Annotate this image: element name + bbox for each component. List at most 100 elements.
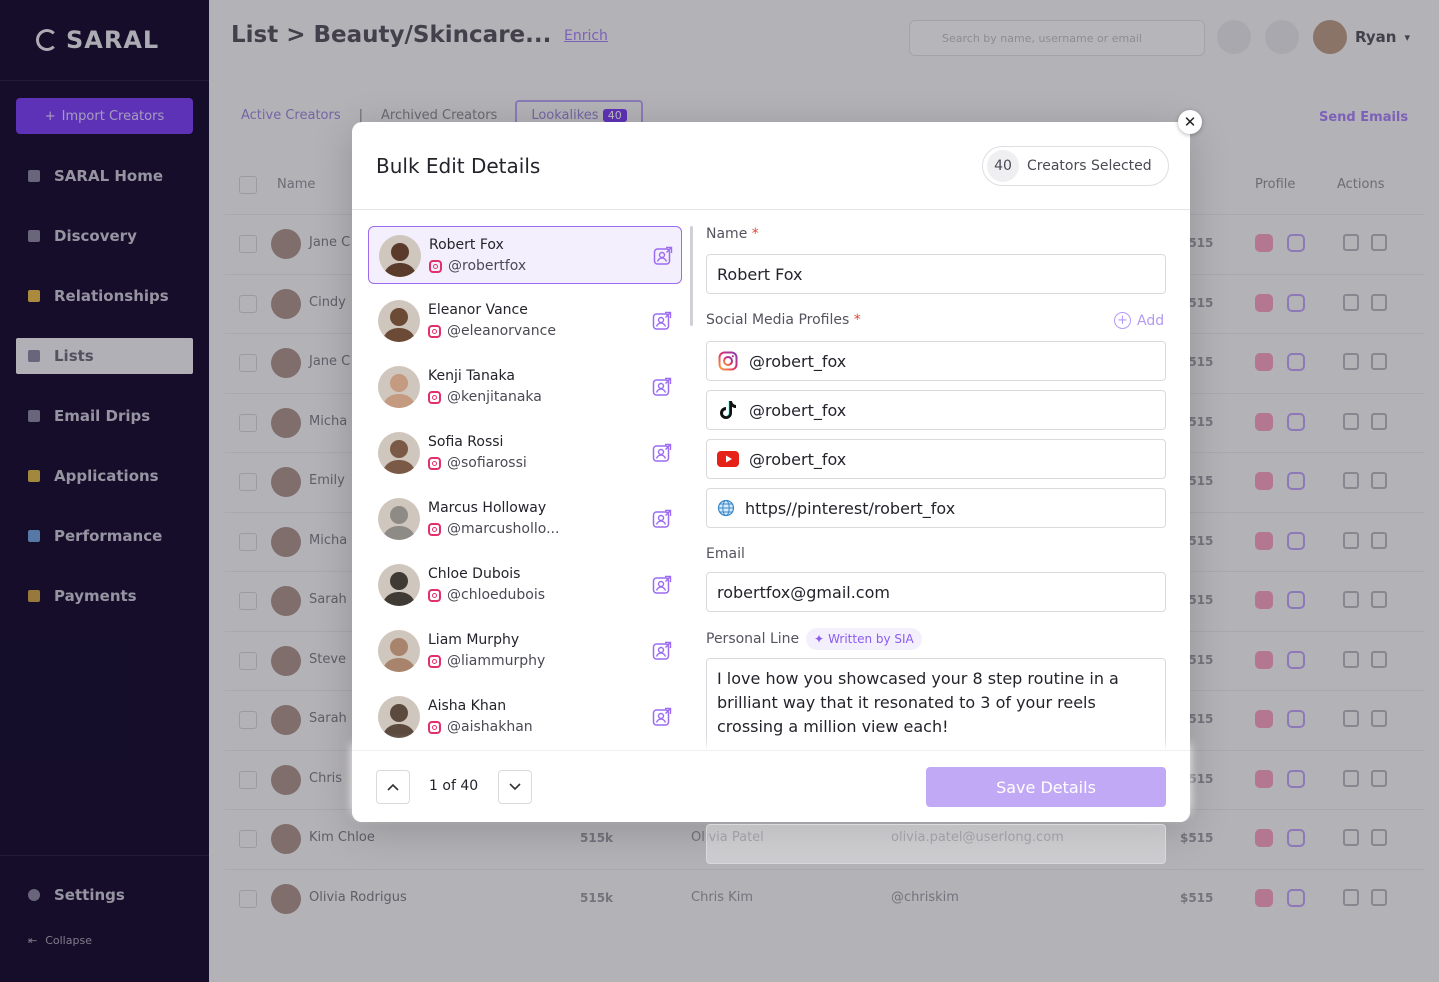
avatar [379, 235, 421, 277]
creator-handle: @eleanorvance [447, 323, 556, 339]
modal-footer: 1 of 40 Save Details [352, 750, 1190, 822]
instagram-icon [428, 324, 441, 338]
pager-current: 1 [429, 778, 438, 794]
instagram-icon [428, 390, 441, 404]
selected-count: 40 [987, 150, 1019, 182]
sparkle-icon: ✦ [814, 632, 825, 646]
view-profile-icon[interactable] [653, 246, 673, 266]
chevron-up-icon [387, 783, 399, 791]
website-field[interactable]: https//pinterest/robert_fox [706, 488, 1166, 528]
creator-name: Marcus Holloway [428, 500, 547, 516]
modal-title: Bulk Edit Details [376, 154, 541, 178]
next-creator-button[interactable] [498, 770, 532, 804]
creator-handle: @chloedubois [447, 587, 546, 603]
instagram-icon [428, 522, 441, 536]
instagram-field[interactable]: @robert_fox [706, 341, 1166, 381]
name-label-text: Name [706, 226, 748, 242]
creator-handle-row: @marcushollo... [428, 521, 559, 537]
avatar [378, 696, 420, 738]
name-field[interactable]: Robert Fox [706, 254, 1166, 294]
creator-list-item[interactable]: Kenji Tanaka @kenjitanaka [368, 358, 682, 416]
view-profile-icon[interactable] [652, 377, 672, 397]
creator-list-item[interactable]: Eleanor Vance @eleanorvance [368, 292, 682, 350]
creator-name: Kenji Tanaka [428, 368, 515, 384]
tiktok-handle: @robert_fox [749, 400, 847, 420]
creator-handle: @aishakhan [447, 719, 533, 735]
youtube-icon [717, 448, 739, 470]
avatar [378, 300, 420, 342]
email-field[interactable]: robertfox@gmail.com [706, 572, 1166, 612]
required-asterisk: * [853, 312, 861, 328]
view-profile-icon[interactable] [652, 707, 672, 727]
view-profile-icon[interactable] [652, 575, 672, 595]
plus-circle-icon: + [1114, 312, 1131, 329]
sia-label: Written by SIA [828, 632, 914, 646]
instagram-handle: @robert_fox [749, 351, 847, 371]
scrollbar[interactable] [690, 226, 693, 326]
avatar [378, 630, 420, 672]
add-social-button[interactable]: + Add [1114, 312, 1164, 329]
social-profiles-label: Social Media Profiles * [706, 312, 861, 328]
creator-handle-row: @eleanorvance [428, 323, 556, 339]
pager-text: 1 of 40 [429, 778, 478, 794]
avatar [378, 564, 420, 606]
creator-name: Liam Murphy [428, 632, 520, 648]
personal-line-textarea[interactable]: I love how you showcased your 8 step rou… [706, 658, 1166, 750]
instagram-icon [428, 720, 441, 734]
creator-name: Eleanor Vance [428, 302, 528, 318]
instagram-icon [428, 456, 441, 470]
view-profile-icon[interactable] [652, 311, 672, 331]
creator-handle: @robertfox [448, 258, 527, 274]
creator-handle: @kenjitanaka [447, 389, 542, 405]
name-label: Name * [706, 226, 759, 242]
creator-list-item[interactable]: Sofia Rossi @sofiarossi [368, 424, 682, 482]
creator-list-item[interactable]: Robert Fox @robertfox [368, 226, 682, 284]
creator-handle-row: @chloedubois [428, 587, 545, 603]
instagram-icon [428, 654, 441, 668]
tiktok-icon [717, 399, 739, 421]
view-profile-icon[interactable] [652, 443, 672, 463]
globe-icon [717, 497, 735, 519]
creator-list-item[interactable]: Marcus Holloway @marcushollo... [368, 490, 682, 548]
avatar [378, 366, 420, 408]
avatar [378, 432, 420, 474]
view-profile-icon[interactable] [652, 509, 672, 529]
creator-name: Sofia Rossi [428, 434, 504, 450]
creators-selected-pill: 40 Creators Selected [982, 146, 1169, 186]
instagram-icon [717, 350, 739, 372]
edit-form: Name * Robert Fox Social Media Profiles … [706, 226, 1166, 750]
view-profile-icon[interactable] [652, 641, 672, 661]
creator-list-item[interactable]: Liam Murphy @liammurphy [368, 622, 682, 680]
creator-name: Robert Fox [429, 237, 504, 253]
chevron-down-icon [509, 783, 521, 791]
personal-line-label: Personal Line [706, 631, 800, 647]
required-asterisk: * [751, 226, 759, 242]
youtube-handle: @robert_fox [749, 449, 847, 469]
add-label: Add [1137, 312, 1165, 329]
save-details-button[interactable]: Save Details [926, 767, 1166, 807]
creator-list-item[interactable]: Chloe Dubois @chloedubois [368, 556, 682, 614]
creator-list-item[interactable]: Aisha Khan @aishakhan [368, 688, 682, 746]
website-url: https//pinterest/robert_fox [745, 498, 956, 518]
previous-creator-button[interactable] [376, 770, 410, 804]
creator-name: Aisha Khan [428, 698, 507, 714]
creator-name: Chloe Dubois [428, 566, 521, 582]
instagram-icon [428, 588, 441, 602]
creator-handle: @marcushollo... [447, 521, 560, 537]
written-by-sia-badge: ✦ Written by SIA [806, 628, 922, 650]
creator-handle: @liammurphy [447, 653, 546, 669]
creator-handle-row: @sofiarossi [428, 455, 527, 471]
divider [352, 209, 1190, 210]
email-label: Email [706, 546, 745, 562]
tiktok-field[interactable]: @robert_fox [706, 390, 1166, 430]
bulk-edit-modal: Bulk Edit Details 40 Creators Selected R… [352, 122, 1190, 822]
creator-handle-row: @liammurphy [428, 653, 545, 669]
overflow-field [706, 824, 1166, 864]
creator-handle: @sofiarossi [447, 455, 527, 471]
youtube-field[interactable]: @robert_fox [706, 439, 1166, 479]
creator-handle-row: @kenjitanaka [428, 389, 542, 405]
pager-total: of 40 [442, 778, 479, 794]
selected-label: Creators Selected [1027, 158, 1152, 174]
close-icon[interactable]: ✕ [1178, 110, 1202, 134]
avatar [378, 498, 420, 540]
